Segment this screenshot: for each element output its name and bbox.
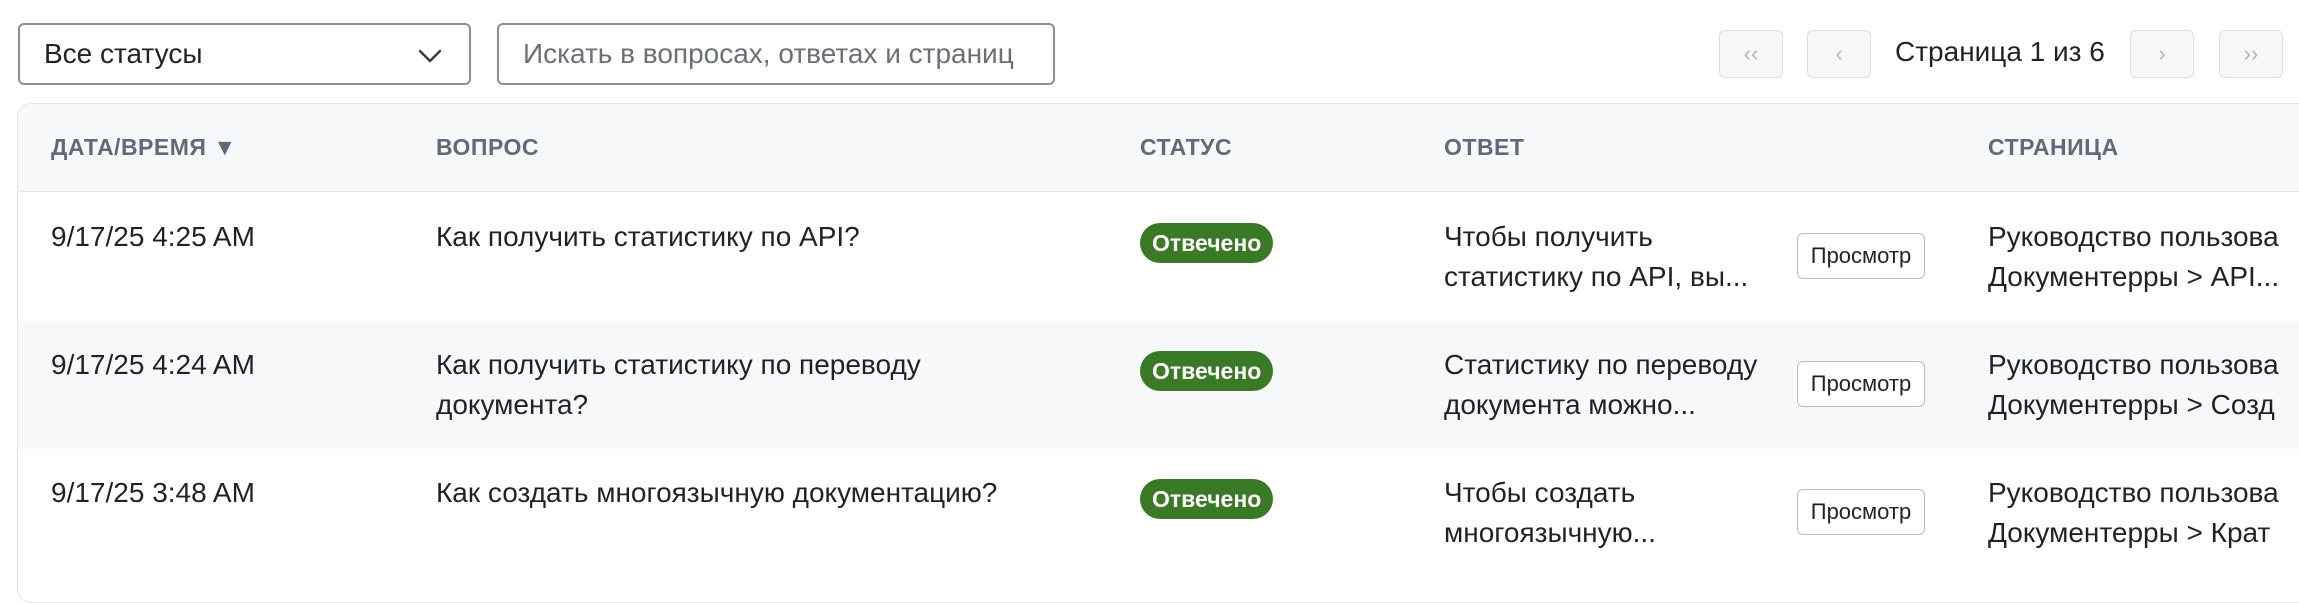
- row-page-line2: Документерры > API...: [1988, 261, 2280, 292]
- status-filter-value: Все статусы: [44, 38, 203, 69]
- status-badge: Отвечено: [1140, 479, 1274, 519]
- prev-page-button[interactable]: ‹: [1807, 30, 1871, 78]
- row-page-line1: Руководство пользова: [1988, 349, 2279, 380]
- row-answer: Чтобы создать многоязычную...: [1444, 477, 1656, 548]
- row-answer: Статистику по переводу документа можно..…: [1444, 349, 1758, 420]
- row-page-line2: Документерры > Крат: [1988, 517, 2271, 548]
- view-answer-button[interactable]: Просмотр: [1797, 489, 1925, 535]
- table-row[interactable]: 9/17/25 3:48 AM Как создать многоязычную…: [18, 449, 2299, 577]
- page-indicator: Страница 1 из 6: [1895, 36, 2105, 67]
- table-header: ДАТА/ВРЕМЯ ▼ ВОПРОС СТАТУС ОТВЕТ СТРАНИЦ…: [18, 104, 2299, 192]
- next-page-button[interactable]: ›: [2130, 30, 2194, 78]
- view-answer-button[interactable]: Просмотр: [1797, 233, 1925, 279]
- first-page-button[interactable]: ‹‹: [1719, 30, 1783, 78]
- last-page-button[interactable]: ››: [2219, 30, 2283, 78]
- chevron-down-icon: [418, 49, 442, 63]
- row-datetime: 9/17/25 4:24 AM: [51, 349, 255, 380]
- column-header-datetime[interactable]: ДАТА/ВРЕМЯ ▼: [51, 134, 237, 161]
- search-input[interactable]: [497, 23, 1055, 85]
- row-datetime: 9/17/25 4:25 AM: [51, 221, 255, 252]
- table-row[interactable]: 9/17/25 4:25 AM Как получить статистику …: [18, 193, 2299, 321]
- row-page-link[interactable]: Руководство пользова Документерры > Крат: [1988, 473, 2299, 553]
- row-question: Как получить статистику по переводу доку…: [436, 349, 921, 420]
- row-datetime: 9/17/25 3:48 AM: [51, 477, 255, 508]
- table-row[interactable]: 9/17/25 4:24 AM Как получить статистику …: [18, 321, 2299, 449]
- column-header-answer: ОТВЕТ: [1444, 134, 1525, 160]
- column-header-question: ВОПРОС: [436, 134, 539, 160]
- row-question: Как получить статистику по API?: [436, 221, 860, 252]
- column-header-status: СТАТУС: [1140, 134, 1233, 160]
- row-page-link[interactable]: Руководство пользова Документерры > API.…: [1988, 217, 2299, 297]
- row-page-line2: Документерры > Созд: [1988, 389, 2275, 420]
- row-page-line1: Руководство пользова: [1988, 477, 2279, 508]
- row-answer: Чтобы получить статистику по API, вы...: [1444, 221, 1749, 292]
- status-badge: Отвечено: [1140, 351, 1274, 391]
- toolbar: Все статусы ‹‹ ‹ Страница 1 из 6 › ››: [0, 0, 2299, 100]
- column-header-page: СТРАНИЦА: [1988, 134, 2119, 160]
- row-page-link[interactable]: Руководство пользова Документерры > Созд: [1988, 345, 2299, 425]
- status-filter-dropdown[interactable]: Все статусы: [18, 23, 471, 85]
- row-question: Как создать многоязычную документацию?: [436, 477, 998, 508]
- row-page-line1: Руководство пользова: [1988, 221, 2279, 252]
- status-badge: Отвечено: [1140, 223, 1274, 263]
- questions-table: ДАТА/ВРЕМЯ ▼ ВОПРОС СТАТУС ОТВЕТ СТРАНИЦ…: [17, 103, 2299, 603]
- view-answer-button[interactable]: Просмотр: [1797, 361, 1925, 407]
